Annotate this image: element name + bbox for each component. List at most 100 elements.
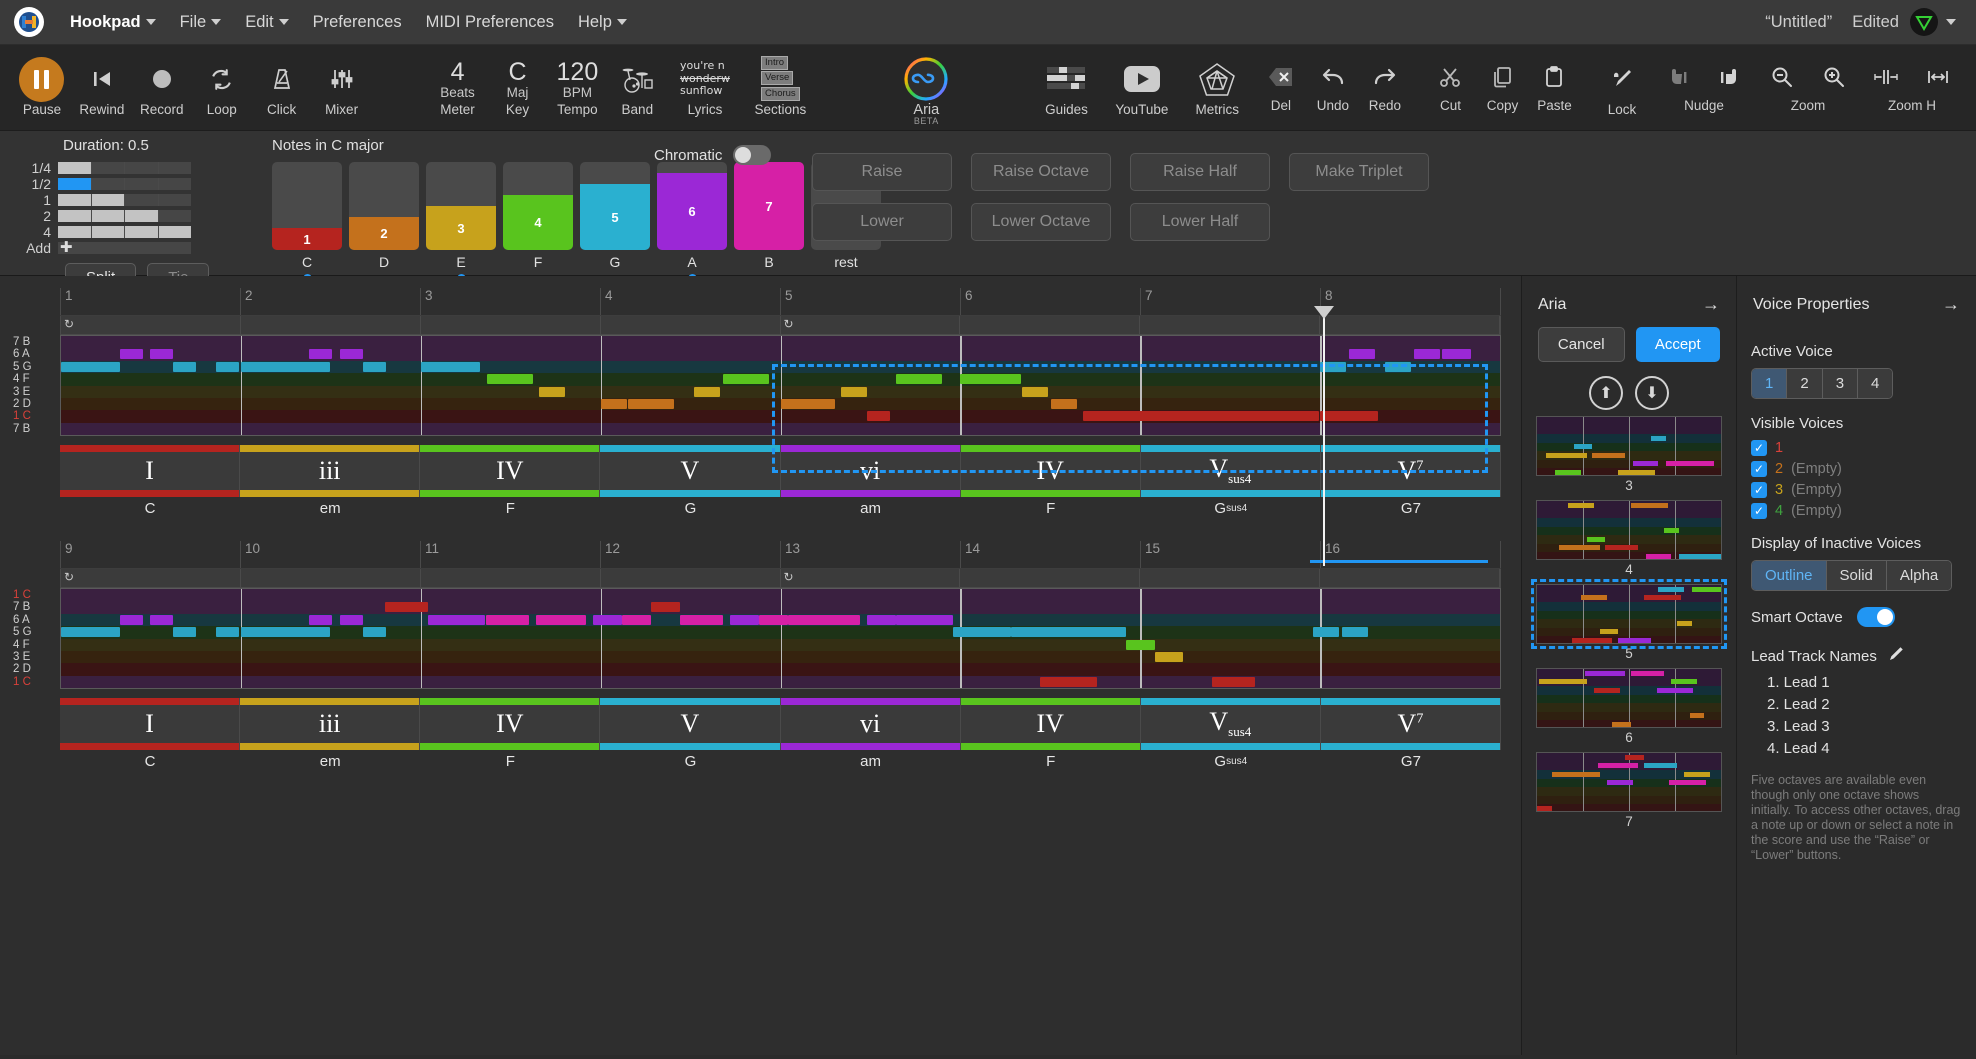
sections-button[interactable]: Intro Verse Chorus Sections (743, 53, 818, 117)
note-key-G[interactable]: 5G (580, 162, 650, 283)
make-triplet-button[interactable]: Make Triplet (1289, 153, 1429, 191)
lower-octave-button[interactable]: Lower Octave (971, 203, 1111, 241)
note-block[interactable] (758, 614, 788, 625)
duration-row-1[interactable]: 1 (16, 192, 225, 208)
loop-cell[interactable] (241, 316, 421, 334)
visible-voice-checkbox[interactable]: ✓ (1751, 440, 1767, 456)
note-block[interactable] (119, 349, 143, 360)
chord-cell[interactable]: IV (420, 698, 601, 750)
duration-cell[interactable] (125, 177, 158, 190)
note-block[interactable] (600, 399, 627, 409)
note-block[interactable] (866, 411, 890, 422)
loop-cell[interactable]: ↻ (781, 569, 961, 587)
zoom-out-button[interactable] (1756, 53, 1808, 97)
note-block[interactable] (1140, 411, 1319, 422)
loop-cell[interactable] (601, 569, 781, 587)
loop-cell[interactable] (1140, 569, 1321, 587)
note-key-box[interactable]: 6 (657, 162, 727, 250)
raise-half-button[interactable]: Raise Half (1130, 153, 1270, 191)
lower-button[interactable]: Lower (812, 203, 952, 241)
duration-row-2[interactable]: 2 (16, 208, 225, 224)
aria-variant-6[interactable]: 6 (1536, 668, 1722, 745)
loop-row-1[interactable]: ↻ ↻ (60, 316, 1501, 335)
nudge-left-button[interactable] (1652, 53, 1704, 97)
aria-variant-thumbnail[interactable] (1536, 752, 1722, 812)
accept-button[interactable]: Accept (1635, 327, 1720, 362)
lower-half-button[interactable]: Lower Half (1130, 203, 1270, 241)
visible-voice-checkbox[interactable]: ✓ (1751, 482, 1767, 498)
duration-cell[interactable] (58, 177, 91, 190)
loop-cell[interactable]: ↻ (781, 316, 961, 334)
chord-strip-2[interactable]: Iiii IV Vvi IV Vsus4 V7 (60, 698, 1501, 750)
note-block[interactable] (895, 614, 954, 625)
meter-button[interactable]: 4 Beats Meter (428, 53, 488, 118)
raise-octave-button[interactable]: Raise Octave (971, 153, 1111, 191)
mixer-button[interactable]: Mixer (312, 53, 372, 117)
note-block[interactable] (1154, 652, 1184, 662)
chord-cell[interactable]: Vsus4 (1140, 698, 1321, 750)
duration-cell[interactable] (158, 209, 191, 222)
duration-cell[interactable] (158, 161, 191, 174)
raise-button[interactable]: Raise (812, 153, 952, 191)
record-button[interactable]: Record (132, 53, 192, 117)
menu-preferences[interactable]: Preferences (301, 7, 414, 38)
lead-track-item[interactable]: 2. Lead 2 (1767, 696, 1976, 713)
loop-row-2[interactable]: ↻ ↻ (60, 569, 1501, 588)
arrow-right-icon[interactable]: → (1942, 294, 1960, 315)
chord-cell[interactable]: IV (960, 445, 1141, 497)
note-block[interactable] (420, 361, 480, 372)
note-key-D[interactable]: 2D (349, 162, 419, 283)
menu-edit[interactable]: Edit (233, 7, 300, 38)
duration-cell[interactable] (158, 177, 191, 190)
note-block[interactable] (150, 614, 174, 625)
aria-variant-thumbnail[interactable] (1536, 668, 1722, 728)
note-block[interactable] (1348, 349, 1375, 360)
note-block[interactable] (679, 614, 723, 625)
chord-cell[interactable]: IV (420, 445, 601, 497)
lead-track-item[interactable]: 3. Lead 3 (1767, 718, 1976, 735)
aria-button[interactable]: Aria BETA (882, 53, 971, 126)
visible-voice-row-2[interactable]: ✓ 2 (Empty) (1751, 461, 1976, 477)
note-block[interactable] (240, 361, 331, 372)
note-block[interactable] (173, 361, 197, 372)
visible-voice-checkbox[interactable]: ✓ (1751, 503, 1767, 519)
guides-button[interactable]: Guides (1029, 53, 1104, 117)
note-key-E[interactable]: 3E (426, 162, 496, 283)
chord-cell[interactable]: I (60, 698, 241, 750)
lead-track-item[interactable]: 1. Lead 1 (1767, 674, 1976, 691)
pencil-icon[interactable] (1887, 645, 1905, 668)
chord-cell[interactable]: iii (240, 445, 421, 497)
plus-icon[interactable]: ✚ (58, 240, 73, 255)
aria-variant-5[interactable]: 5 (1531, 579, 1727, 661)
duration-row-1-2[interactable]: 1/2 (16, 176, 225, 192)
loop-cell[interactable] (1320, 569, 1500, 587)
undo-button[interactable] (1307, 53, 1359, 97)
note-block[interactable] (1442, 349, 1472, 360)
pause-button[interactable]: Pause (12, 53, 72, 117)
note-block[interactable] (485, 614, 529, 625)
note-block[interactable] (840, 386, 867, 397)
note-block[interactable] (730, 614, 759, 625)
note-block[interactable] (722, 374, 769, 385)
copy-button[interactable] (1476, 53, 1528, 97)
note-block[interactable] (308, 614, 332, 625)
note-block[interactable] (61, 627, 120, 638)
note-block[interactable] (1320, 411, 1378, 422)
duration-cell[interactable] (91, 161, 124, 174)
note-block[interactable] (150, 349, 174, 360)
cut-button[interactable] (1424, 53, 1476, 97)
duration-cell[interactable] (58, 209, 91, 222)
duration-cell[interactable] (125, 193, 158, 206)
lock-button[interactable]: Lock (1592, 53, 1652, 117)
note-key-F[interactable]: 4F (503, 162, 573, 283)
arrow-up-circle-icon[interactable]: ⬆ (1589, 376, 1623, 410)
note-block[interactable] (240, 627, 331, 638)
loop-cell[interactable] (601, 316, 781, 334)
note-block[interactable] (173, 627, 197, 638)
note-block[interactable] (538, 386, 565, 397)
duration-cell[interactable] (58, 161, 91, 174)
loop-cell[interactable]: ↻ (61, 316, 241, 334)
inactive-display-selector[interactable]: Outline Solid Alpha (1751, 560, 1953, 591)
menu-hookpad[interactable]: Hookpad (58, 7, 168, 38)
note-block[interactable] (1312, 627, 1339, 638)
